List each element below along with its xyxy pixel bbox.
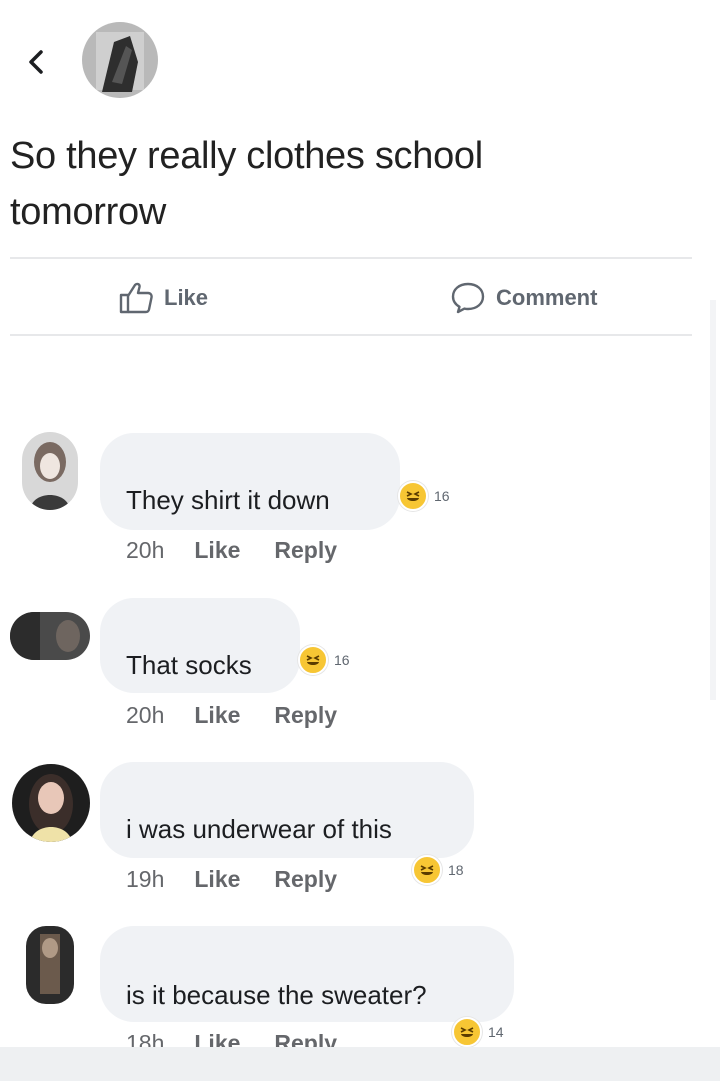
chevron-left-icon — [29, 50, 43, 74]
comment-like-link[interactable]: Like — [194, 866, 240, 893]
reaction-badge[interactable]: 14 — [452, 1017, 504, 1047]
comment-text: is it because the sweater? — [126, 980, 427, 1010]
comment-text: They shirt it down — [126, 485, 330, 515]
comment-text: i was underwear of this — [126, 814, 392, 844]
comment-label: Comment — [496, 285, 598, 310]
thumbs-up-icon — [119, 282, 153, 314]
back-button[interactable] — [18, 44, 54, 80]
post-text: So they really clothes school tomorrow — [10, 128, 630, 240]
post-text-line: So they really clothes school — [10, 135, 483, 177]
bottom-bar — [0, 1047, 720, 1081]
commenter-avatar[interactable] — [26, 926, 74, 1004]
haha-emoji-icon — [298, 645, 328, 675]
comment-like-link[interactable]: Like — [194, 537, 240, 564]
scroll-edge — [710, 300, 716, 700]
reaction-count: 16 — [434, 488, 450, 504]
profile-avatar[interactable] — [82, 22, 158, 98]
comment-like-link[interactable]: Like — [194, 702, 240, 729]
reaction-count: 18 — [448, 862, 464, 878]
comment-text: That socks — [126, 650, 252, 680]
like-label: Like — [164, 285, 209, 310]
commenter-avatar[interactable] — [10, 612, 90, 660]
haha-emoji-icon — [398, 481, 428, 511]
commenter-avatar[interactable] — [22, 432, 78, 510]
divider — [10, 334, 692, 336]
comment-reply-link[interactable]: Reply — [274, 702, 337, 729]
comment-time: 19h — [126, 866, 165, 892]
comment-meta: 19h Like Reply — [126, 866, 371, 893]
reaction-badge[interactable]: 16 — [298, 645, 350, 675]
comment-reply-link[interactable]: Reply — [274, 537, 337, 564]
reaction-count: 16 — [334, 652, 350, 668]
reaction-badge[interactable]: 18 — [412, 855, 464, 885]
comment-time: 20h — [126, 537, 165, 563]
reaction-count: 14 — [488, 1024, 504, 1040]
comment-time: 20h — [126, 702, 165, 728]
comment-meta: 20h Like Reply — [126, 537, 371, 564]
comment-meta: 20h Like Reply — [126, 702, 371, 729]
comment-reply-link[interactable]: Reply — [274, 866, 337, 893]
like-button[interactable]: Like — [118, 278, 208, 318]
haha-emoji-icon — [452, 1017, 482, 1047]
divider — [10, 257, 692, 259]
commenter-avatar[interactable] — [12, 764, 90, 842]
reaction-badge[interactable]: 16 — [398, 481, 450, 511]
haha-emoji-icon — [412, 855, 442, 885]
comment-bubble-icon — [451, 282, 485, 314]
comment-button[interactable]: Comment — [450, 278, 597, 318]
post-text-line: tomorrow — [10, 191, 166, 233]
